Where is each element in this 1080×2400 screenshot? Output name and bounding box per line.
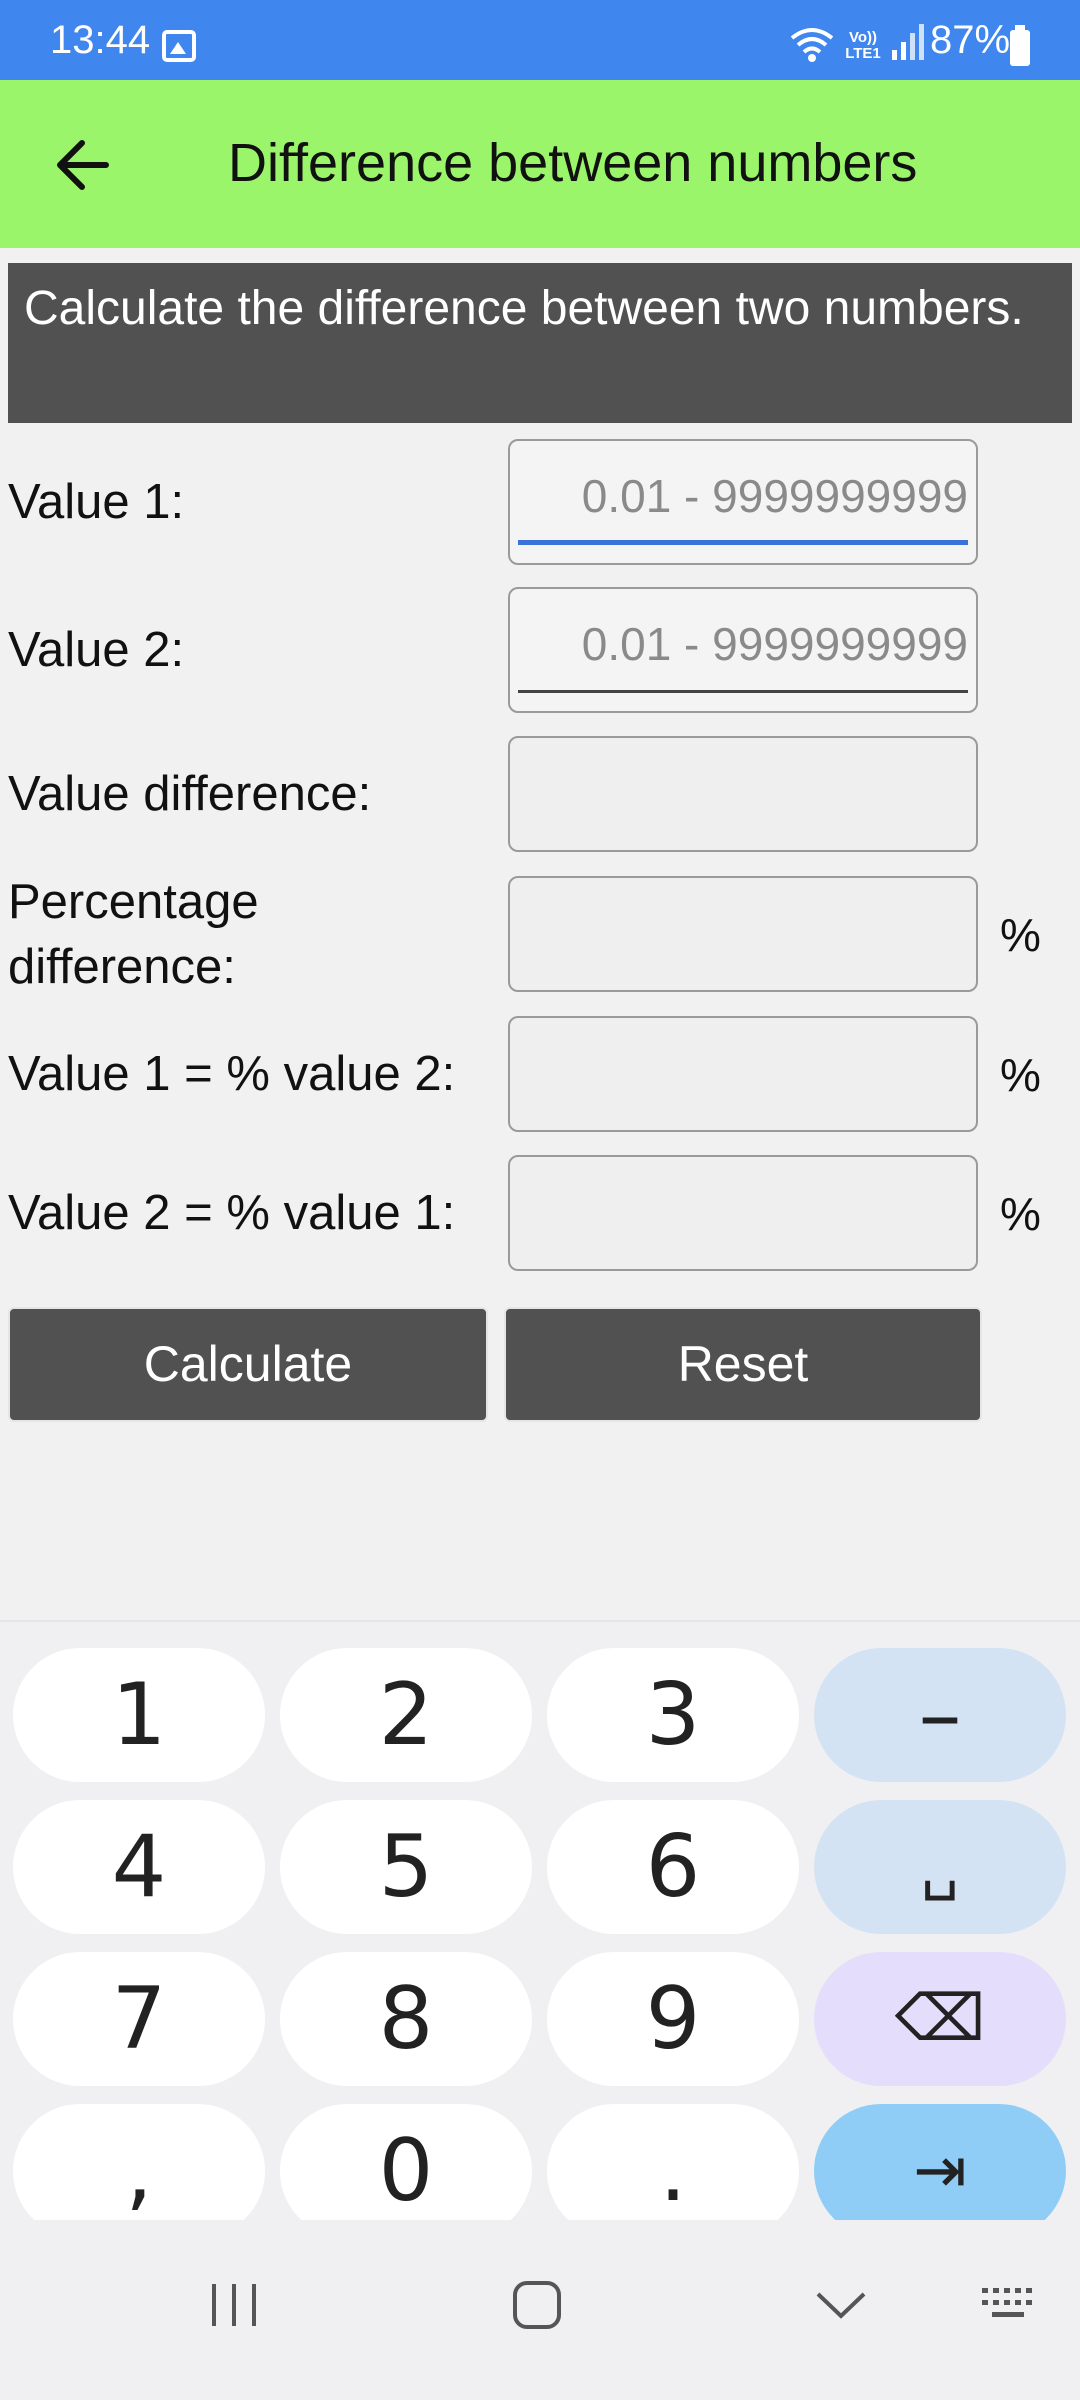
key-8[interactable]: 8 [280,1952,532,2086]
value-difference-output [508,736,978,852]
v1-pct-v2-output [508,1016,978,1132]
value1-underline [518,540,968,545]
wifi-icon [790,28,834,62]
gallery-icon [162,30,196,62]
key-3[interactable]: 3 [547,1648,799,1782]
network-indicator: Vo)) LTE1 [845,29,881,62]
tab-next-key[interactable]: ⇥ [814,2104,1066,2238]
status-bar: 13:44 Vo)) LTE1 87% [0,0,1080,80]
calculate-button[interactable]: Calculate [8,1307,488,1422]
key-4[interactable]: 4 [13,1800,265,1934]
key-2[interactable]: 2 [280,1648,532,1782]
description-banner: Calculate the difference between two num… [8,263,1072,423]
app-bar: Difference between numbers [0,80,1080,248]
battery-percentage: 87% [930,18,1011,62]
reset-button[interactable]: Reset [504,1307,982,1422]
battery-icon [1010,25,1030,66]
value1-label: Value 1: [8,475,185,529]
value2-underline [518,690,968,693]
v1-pct-v2-unit: % [1000,1049,1041,1101]
percentage-difference-unit: % [1000,909,1041,961]
key-space[interactable]: ␣ [814,1800,1066,1934]
percentage-difference-label-line2: difference: [8,940,236,994]
percentage-difference-output [508,876,978,992]
arrow-left-icon[interactable] [48,130,118,200]
v2-pct-v1-output [508,1155,978,1271]
navigation-bar [0,2220,1080,2400]
home-icon[interactable] [512,2280,562,2330]
value2-label: Value 2: [8,623,185,677]
key-comma[interactable]: , [13,2104,265,2238]
key-minus[interactable]: – [814,1648,1066,1782]
key-9[interactable]: 9 [547,1952,799,2086]
signal-icon [892,24,924,60]
hide-keyboard-icon[interactable] [814,2280,868,2330]
key-6[interactable]: 6 [547,1800,799,1934]
percentage-difference-label-line1: Percentage [8,875,259,929]
recent-apps-icon[interactable] [206,2280,262,2330]
status-time: 13:44 [50,18,151,62]
key-0[interactable]: 0 [280,2104,532,2238]
value2-field[interactable] [508,587,978,713]
page-title: Difference between numbers [228,133,918,193]
v1-pct-v2-label: Value 1 = % value 2: [8,1047,456,1101]
numeric-keyboard: 1 2 3 – 4 5 6 ␣ 7 8 9 ⌫ , 0 . ⇥ [0,1620,1080,2238]
backspace-key[interactable]: ⌫ [814,1952,1066,2086]
key-1[interactable]: 1 [13,1648,265,1782]
value-difference-label: Value difference: [8,767,372,821]
key-period[interactable]: . [547,2104,799,2238]
value1-field[interactable] [508,439,978,565]
key-5[interactable]: 5 [280,1800,532,1934]
keyboard-switch-icon[interactable] [980,2280,1040,2330]
value2-input[interactable] [518,609,968,679]
value1-input[interactable] [518,461,968,531]
key-7[interactable]: 7 [13,1952,265,2086]
v2-pct-v1-unit: % [1000,1188,1041,1240]
v2-pct-v1-label: Value 2 = % value 1: [8,1186,456,1240]
